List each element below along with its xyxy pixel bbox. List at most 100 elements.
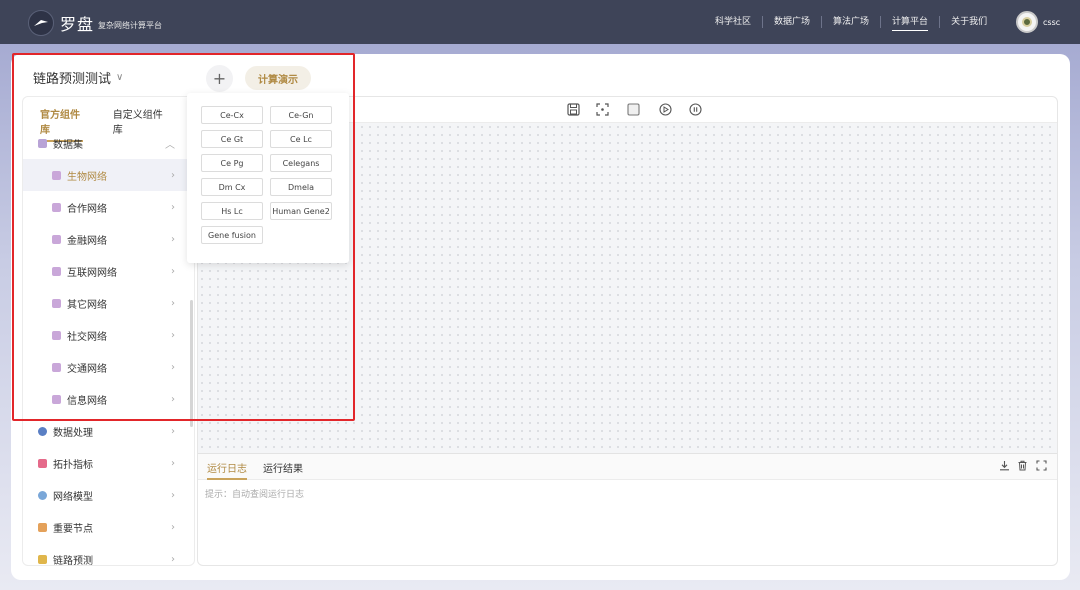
chevron-right-icon: › [171,169,175,181]
dataset-chip[interactable]: Ce Pg [201,154,263,172]
tree-item-label: 金融网络 [67,235,107,247]
tree-item-label: 社交网络 [67,331,107,343]
nav-item-data-square[interactable]: 数据广场 [763,0,821,44]
tree-item-finance-network[interactable]: 金融网络 › [23,223,189,255]
tree-item-label: 合作网络 [67,203,107,215]
tree-item-label: 拓扑指标 [53,459,93,471]
demo-button[interactable]: 计算演示 [245,66,311,90]
network-icon [52,394,61,404]
tree-item-internet-network[interactable]: 互联网网络 › [23,255,189,287]
dataset-chip[interactable]: Ce-Cx [201,106,263,124]
dataset-chip[interactable]: Ce Lc [270,130,332,148]
chevron-right-icon: › [171,201,175,213]
run-icon[interactable] [658,102,673,117]
download-icon[interactable] [999,460,1010,474]
tree-item-label: 链路预测 [53,555,93,566]
fullscreen-icon[interactable] [1036,460,1047,474]
tree-item-collab-network[interactable]: 合作网络 › [23,191,189,223]
chevron-down-icon: ∨ [116,72,124,83]
dataset-chip[interactable]: Ce-Gn [270,106,332,124]
tree-item-other-network[interactable]: 其它网络 › [23,287,189,319]
chevron-right-icon: › [171,297,175,309]
main-nav: 科学社区 数据广场 算法广场 计算平台 关于我们 [704,0,998,44]
project-title: 链路预测测试 [33,72,112,87]
chevron-right-icon: › [171,329,175,341]
dataset-chip[interactable]: Celegans [270,154,332,172]
dataset-chip[interactable]: Hs Lc [201,202,263,220]
brand-subtitle: 复杂网络计算平台 [98,20,163,30]
key-node-icon [38,522,47,532]
user-menu[interactable]: cssc [1016,11,1060,33]
nav-item-about-us[interactable]: 关于我们 [940,0,998,44]
avatar [1016,11,1038,33]
tab-run-result[interactable]: 运行结果 [263,460,303,475]
nav-item-science-community[interactable]: 科学社区 [704,0,762,44]
brand-logo[interactable]: 罗盘 复杂网络计算平台 [28,10,162,36]
project-selector[interactable]: 链路预测测试 ∨ [33,68,123,87]
select-box-icon[interactable] [626,102,641,117]
tree-item-label: 数据集 [53,139,83,151]
chevron-right-icon: › [171,233,175,245]
chevron-right-icon: › [171,425,175,437]
tree-item-label: 互联网网络 [67,267,117,279]
chevron-up-icon: ︿ [165,139,175,151]
top-navigation-bar: 罗盘 复杂网络计算平台 科学社区 数据广场 算法广场 计算平台 关于我们 css… [0,0,1080,44]
dataset-chip[interactable]: Ce Gt [201,130,263,148]
network-icon [52,234,61,244]
link-icon [38,554,47,564]
fit-view-icon[interactable] [595,102,610,117]
network-icon [52,362,61,372]
network-icon [52,170,61,180]
nav-item-computing-platform[interactable]: 计算平台 [881,0,939,44]
network-icon [52,266,61,276]
dataset-popup: Ce-Cx Ce-Gn Ce Gt Ce Lc Ce Pg Celegans D… [187,93,349,263]
log-tabs-bar: 运行日志 运行结果 [198,453,1057,480]
compass-icon [28,10,54,36]
tab-run-log[interactable]: 运行日志 [207,460,247,480]
tree-item-label: 生物网络 [67,171,107,183]
trash-icon[interactable] [1017,460,1028,474]
tree-item-topology-metrics[interactable]: 拓扑指标 › [23,447,189,479]
tree-item-social-network[interactable]: 社交网络 › [23,319,189,351]
chevron-right-icon: › [171,457,175,469]
tree-item-label: 网络模型 [53,491,93,503]
chevron-right-icon: › [171,521,175,533]
chevron-right-icon: › [171,553,175,565]
globe-icon [38,426,47,436]
topology-icon [38,458,47,468]
model-icon [38,490,47,500]
add-project-button[interactable]: + [206,65,233,92]
chevron-right-icon: › [171,265,175,277]
dataset-chip[interactable]: Dm Cx [201,178,263,196]
chevron-right-icon: › [171,393,175,405]
database-icon [38,138,47,148]
tree-item-label: 其它网络 [67,299,107,311]
tree-item-label: 信息网络 [67,395,107,407]
tree-item-bio-network[interactable]: 生物网络 › [23,159,189,191]
pause-icon[interactable] [688,102,703,117]
chevron-right-icon: › [171,489,175,501]
network-icon [52,202,61,212]
save-icon[interactable] [566,102,581,117]
tree-item-traffic-network[interactable]: 交通网络 › [23,351,189,383]
panel-scrollbar[interactable] [190,300,193,427]
component-tree: 数据集 ︿ 生物网络 › 合作网络 › 金融网络 › 互联网网络 › 其它网络 … [23,127,189,566]
dataset-chip[interactable]: Gene fusion [201,226,263,244]
tree-item-link-prediction[interactable]: 链路预测 › [23,543,189,566]
tree-item-network-model[interactable]: 网络模型 › [23,479,189,511]
user-name: cssc [1043,17,1061,27]
network-icon [52,330,61,340]
tree-item-label: 数据处理 [53,427,93,439]
tree-item-dataset[interactable]: 数据集 ︿ [23,127,189,159]
dataset-chip[interactable]: Dmela [270,178,332,196]
network-icon [52,298,61,308]
nav-item-algorithm-square[interactable]: 算法广场 [822,0,880,44]
tree-item-info-network[interactable]: 信息网络 › [23,383,189,415]
tree-item-data-processing[interactable]: 数据处理 › [23,415,189,447]
chevron-right-icon: › [171,361,175,373]
log-hint: 提示：自动查阅运行日志 [205,490,305,500]
tree-item-label: 重要节点 [53,523,93,535]
tree-item-key-nodes[interactable]: 重要节点 › [23,511,189,543]
dataset-chip[interactable]: Human Gene2 [270,202,332,220]
tree-item-label: 交通网络 [67,363,107,375]
